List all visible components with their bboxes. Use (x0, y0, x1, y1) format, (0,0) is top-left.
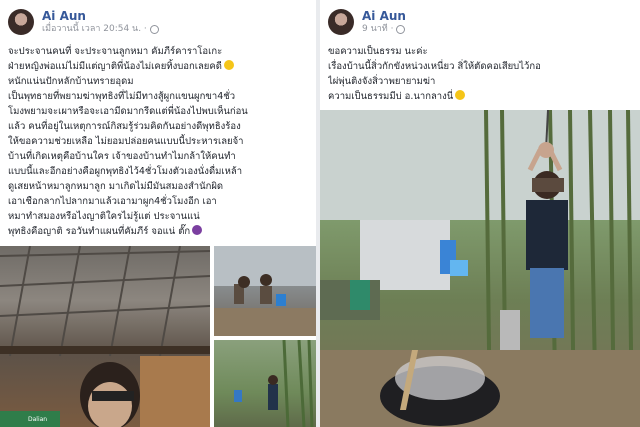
photo-right-main[interactable] (320, 110, 640, 427)
bamboo-photo-graphic (234, 340, 314, 427)
post-text-line: เอาเชือกลากไปลากมาแล้วเอามาผูก4ชั่วโมงอี… (8, 196, 217, 207)
left-post-text: ฺจะประจานคนที่ จะประจานลูกหมา คัมภีร์คาร… (8, 44, 308, 239)
post-text-line: หนักแน่นปักหลักบ้านทรายอุดม (8, 76, 134, 87)
main-photo-graphic (320, 110, 640, 427)
post-timestamp[interactable]: 9 นาที · (362, 23, 406, 35)
author-avatar[interactable] (8, 9, 34, 35)
emoji-icon (455, 90, 466, 100)
right-post-card: Ai Aun 9 นาที · ขอความเป็นธรรม นะค่ะเรื่… (320, 0, 640, 427)
photo-left-bottom-right[interactable] (214, 340, 316, 427)
post-text-line: บ้านที่เกิดเหตุคือบ้านใคร เจ้าของบ้านทำไ… (8, 151, 236, 162)
timestamp-text: เมื่อวานนี้ เวลา 20:54 น. · (42, 24, 147, 34)
post-text-line: ขอความเป็นธรรม นะค่ะ (328, 46, 428, 57)
face-blur-bar (92, 391, 134, 401)
post-timestamp[interactable]: เมื่อวานนี้ เวลา 20:54 น. · (42, 23, 159, 35)
porch-photo-graphic (214, 246, 316, 336)
post-text-line: แล้ว คนที่อยู่ในเหตุการณ์กิสมรู้ร่วมคิดก… (8, 121, 241, 132)
right-post-text: ขอความเป็นธรรม นะค่ะเรื่องบ้านนี้สิ่วกัก… (328, 44, 636, 104)
globe-icon (396, 24, 406, 34)
author-avatar[interactable] (328, 9, 354, 35)
post-text-line: ไผ่พุ่นติงจังสิ่วาพยายามฆ่า (328, 76, 436, 87)
post-text-line: แบบนี้และอีกอย่างคือผูกพุทธิงไว้4ชั่วโมง… (8, 166, 243, 177)
author-name[interactable]: Ai Aun (362, 9, 406, 23)
emoji-icon (223, 60, 234, 70)
timestamp-text: 9 นาที · (362, 24, 394, 34)
post-text-line: หมาทำสมองหรือไงญาติใครไม่รู้แต่ ประจานแน… (8, 211, 200, 222)
photo-left-top-right[interactable] (214, 246, 316, 336)
post-text-line: ดูเสยหน้าหมาลูกหมาลูก มาเกิดไม่มีมันสมอง… (8, 181, 224, 192)
devil-emoji-icon (192, 225, 203, 235)
post-text-line: ฺจะประจานคนที่ จะประจานลูกหมา คัมภีร์คาร… (8, 46, 223, 57)
globe-icon (149, 24, 159, 34)
post-text-line: เรื่องบ้านนี้สิ่วกักขังหน่วงเหนี่ยว สิ่ใ… (328, 61, 541, 72)
post-text-line: พุทธิงคือญาติ รอวันทำแผนที่คัมภีร์ จอแน่… (8, 224, 308, 239)
photo-left-large[interactable]: Dalian (0, 246, 210, 427)
post-text-line: โมงพยามจะเผาหรือจะเอามีดมากรีดแต่พี่น้อง… (8, 106, 248, 117)
post-text-line: ให้ขอความช่วยเหลือ ไม่ยอมปล่อยคนแบบนี้ปร… (8, 136, 244, 147)
post-text-line: เป็นพุทธายที่พยามฆ่าพุทธิงที่ไม่มีทางสู้… (8, 91, 236, 102)
post-text-line: ฝ่ายหญิงพ่อแม่ไม่มีแต่ญาติพี่น้องไม่เคยท… (8, 59, 308, 74)
shirt-text: Dalian (28, 416, 48, 423)
author-name[interactable]: Ai Aun (42, 9, 159, 23)
right-post-header: Ai Aun 9 นาที · (328, 6, 406, 38)
left-post-header: Ai Aun เมื่อวานนี้ เวลา 20:54 น. · (8, 6, 159, 38)
face-blur-bar (532, 178, 564, 192)
left-post-card: Ai Aun เมื่อวานนี้ เวลา 20:54 น. · ฺจะปร… (0, 0, 316, 427)
post-text-line: ความเป็นธรรมมีบ่ อ.นากลางนี่ (328, 89, 636, 104)
